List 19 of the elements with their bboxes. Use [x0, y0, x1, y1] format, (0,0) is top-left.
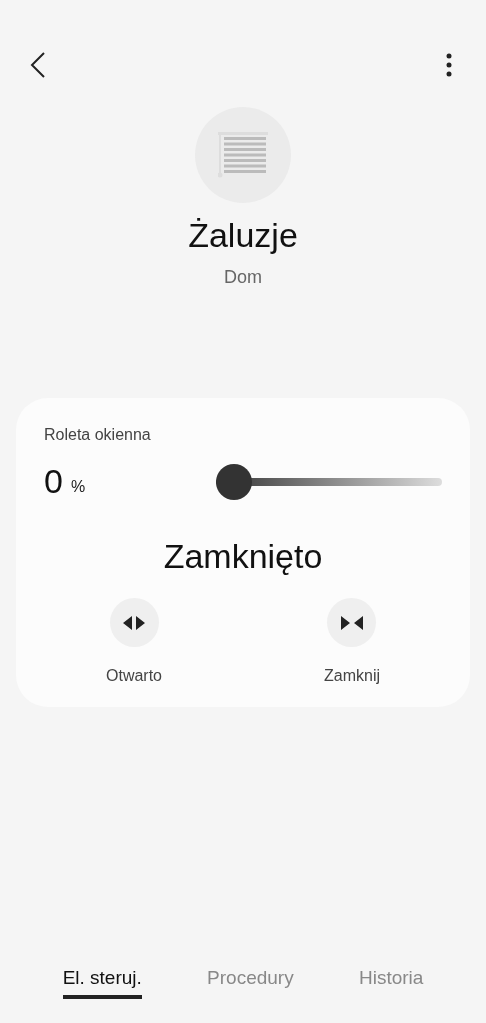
control-label: Roleta okienna	[44, 426, 152, 444]
close-arrows-icon	[338, 614, 366, 631]
tab[interactable]: El. steruj.	[62, 967, 142, 999]
unit-label: %	[70, 477, 86, 496]
tab[interactable]: Historia	[358, 967, 424, 999]
more-options-button[interactable]	[446, 53, 452, 77]
action-label: Otwarto	[106, 667, 162, 685]
open-button[interactable]	[109, 598, 159, 647]
room-name: Dom	[224, 267, 262, 288]
action-label: Zamknij	[324, 667, 380, 685]
slider-thumb[interactable]	[216, 463, 252, 500]
status-text: Zamknięto	[162, 537, 324, 576]
position-slider[interactable]	[216, 463, 442, 500]
blinds-icon	[218, 132, 268, 178]
device-name: Żaluzje	[188, 215, 298, 255]
position-value: 0	[44, 462, 63, 501]
back-button[interactable]	[30, 52, 46, 78]
close-button[interactable]	[327, 598, 377, 647]
tab[interactable]: Procedury	[207, 967, 294, 999]
